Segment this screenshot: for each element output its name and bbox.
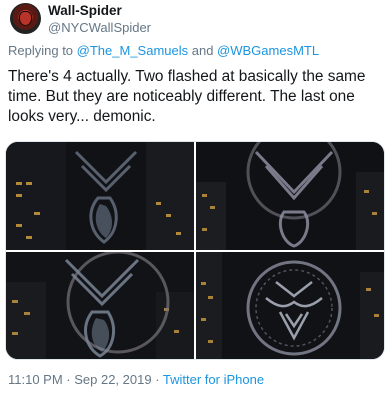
photo-2[interactable] [196, 142, 384, 250]
user-handle[interactable]: @NYCWallSpider [48, 20, 151, 35]
photo-4[interactable] [196, 252, 384, 359]
tweet-metadata: 11:10 PM · Sep 22, 2019 · Twitter for iP… [8, 372, 264, 387]
photo-1[interactable] [6, 142, 194, 250]
replying-to-line: Replying to @The_M_Samuels and @WBGamesM… [8, 43, 319, 58]
tweet-source-link[interactable]: Twitter for iPhone [163, 372, 264, 387]
media-grid [5, 141, 385, 360]
tweet-text: There's 4 actually. Two flashed at basic… [8, 68, 366, 125]
replying-to-conjunction: and [188, 43, 218, 58]
mention-link-wbgamesmtl[interactable]: @WBGamesMTL [217, 43, 319, 58]
user-display-name[interactable]: Wall-Spider [48, 3, 122, 18]
avatar[interactable] [10, 3, 41, 34]
mention-link-the-m-samuels[interactable]: @The_M_Samuels [77, 43, 188, 58]
replying-to-prefix: Replying to [8, 43, 77, 58]
tweet-timestamp[interactable]: 11:10 PM · Sep 22, 2019 · [8, 372, 163, 387]
photo-3[interactable] [6, 252, 194, 359]
